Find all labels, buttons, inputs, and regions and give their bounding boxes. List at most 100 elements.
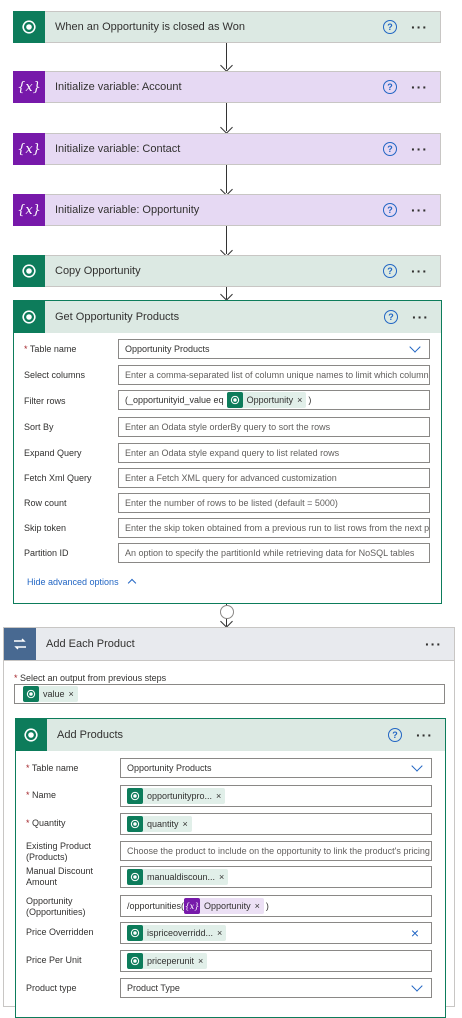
dataverse-icon <box>127 816 143 832</box>
opportunity-variable-token[interactable]: {x} Opportunity × <box>184 898 264 914</box>
partition-id-input[interactable]: An option to specify the partitionId whi… <box>118 543 430 563</box>
expand-query-input[interactable]: Enter an Odata style expand query to lis… <box>118 443 430 463</box>
priceperunit-token[interactable]: priceperunit × <box>127 953 208 969</box>
remove-token-icon[interactable]: × <box>69 689 74 699</box>
opportunity-label: Opportunity (Opportunities) <box>26 896 86 917</box>
manualdiscount-token[interactable]: manualdiscoun... × <box>127 869 229 885</box>
select-columns-label: Select columns <box>24 370 86 380</box>
variable-icon: {x} <box>13 71 45 103</box>
sort-by-input[interactable]: Enter an Odata style orderBy query to so… <box>118 417 430 437</box>
step-title: Copy Opportunity <box>55 265 141 277</box>
help-icon[interactable]: ? <box>383 264 397 278</box>
more-options-button[interactable]: ··· <box>411 263 428 279</box>
fetch-xml-label: Fetch Xml Query <box>24 473 92 483</box>
existing-product-input[interactable]: Choose the product to include on the opp… <box>120 841 432 861</box>
select-columns-input[interactable]: Enter a comma-separated list of column u… <box>118 365 430 385</box>
more-options-button[interactable]: ··· <box>411 79 428 95</box>
fetch-xml-input[interactable]: Enter a Fetch XML query for advanced cus… <box>118 468 430 488</box>
step-copy-opportunity[interactable]: Copy Opportunity ? ··· <box>13 255 441 287</box>
product-type-label: Product type <box>26 983 77 993</box>
remove-token-icon[interactable]: × <box>183 819 188 829</box>
partition-id-label: Partition ID <box>24 548 69 558</box>
dataverse-icon <box>13 301 45 333</box>
step-title: Initialize variable: Contact <box>55 143 181 155</box>
loop-header[interactable]: Add Each Product ··· <box>4 628 454 661</box>
remove-token-icon[interactable]: × <box>255 901 260 911</box>
more-options-button[interactable]: ··· <box>411 141 428 157</box>
table-name-label: * Table name <box>24 344 77 354</box>
variable-icon: {x} <box>13 194 45 226</box>
help-icon[interactable]: ? <box>383 203 397 217</box>
step-title: Initialize variable: Opportunity <box>55 204 200 216</box>
quantity-label: * Quantity <box>26 818 66 828</box>
remove-token-icon[interactable]: × <box>297 395 302 405</box>
row-count-label: Row count <box>24 498 67 508</box>
dataverse-icon <box>127 925 143 941</box>
help-icon[interactable]: ? <box>383 142 397 156</box>
dataverse-icon <box>23 686 39 702</box>
step-opportunity-won-trigger[interactable]: When an Opportunity is closed as Won ? ·… <box>13 11 441 43</box>
dataverse-icon <box>127 869 143 885</box>
chevron-down-icon <box>411 760 423 772</box>
row-count-input[interactable]: Enter the number of rows to be listed (d… <box>118 493 430 513</box>
price-per-unit-input[interactable]: priceperunit × <box>120 950 432 972</box>
remove-token-icon[interactable]: × <box>198 956 203 966</box>
dataverse-icon <box>127 788 143 804</box>
value-token[interactable]: value × <box>23 686 78 702</box>
add-products-card: Add Products ? ··· * Table name Opportun… <box>15 718 446 1018</box>
skip-token-label: Skip token <box>24 523 67 533</box>
variable-icon: {x} <box>184 898 201 914</box>
step-init-variable-account[interactable]: {x} Initialize variable: Account ? ··· <box>13 71 441 103</box>
expand-query-label: Expand Query <box>24 448 82 458</box>
remove-token-icon[interactable]: × <box>216 791 221 801</box>
dataverse-icon <box>13 255 45 287</box>
opportunity-input[interactable]: /opportunities( {x} Opportunity × ) <box>120 895 432 917</box>
chevron-down-icon <box>409 341 421 353</box>
more-options-button[interactable]: ··· <box>416 727 433 743</box>
remove-token-icon[interactable]: × <box>219 872 224 882</box>
select-output-input[interactable]: value × <box>14 684 445 704</box>
dataverse-icon <box>226 392 243 408</box>
chevron-up-icon <box>127 578 137 588</box>
get-opportunity-products-card: Get Opportunity Products ? ··· * Table n… <box>13 300 442 604</box>
table-name-label: * Table name <box>26 763 79 773</box>
more-options-button[interactable]: ··· <box>411 19 428 35</box>
card-header[interactable]: Get Opportunity Products ? ··· <box>13 301 441 333</box>
loop-title: Add Each Product <box>46 638 135 650</box>
more-options-button[interactable]: ··· <box>412 309 429 325</box>
step-title: When an Opportunity is closed as Won <box>55 21 245 33</box>
more-options-button[interactable]: ··· <box>411 202 428 218</box>
arrow-head <box>220 288 233 301</box>
card-title: Get Opportunity Products <box>55 311 180 323</box>
help-icon[interactable]: ? <box>383 80 397 94</box>
product-type-dropdown[interactable]: Product Type <box>120 978 432 998</box>
more-options-button[interactable]: ··· <box>425 636 442 652</box>
arrow-head <box>220 121 233 134</box>
step-init-variable-opportunity[interactable]: {x} Initialize variable: Opportunity ? ·… <box>13 194 441 226</box>
select-output-label: * Select an output from previous steps <box>14 673 167 683</box>
help-icon[interactable]: ? <box>384 310 398 324</box>
opportunityproduct-token[interactable]: opportunitypro... × <box>127 788 226 804</box>
quantity-token[interactable]: quantity × <box>127 816 192 832</box>
sort-by-label: Sort By <box>24 422 54 432</box>
help-icon[interactable]: ? <box>383 20 397 34</box>
step-init-variable-contact[interactable]: {x} Initialize variable: Contact ? ··· <box>13 133 441 165</box>
price-overridden-input[interactable]: ispriceoverridd... × × <box>120 922 432 944</box>
table-name-dropdown[interactable]: Opportunity Products <box>120 758 432 778</box>
remove-token-icon[interactable]: × <box>217 928 222 938</box>
help-icon[interactable]: ? <box>388 728 402 742</box>
quantity-input[interactable]: quantity × <box>120 813 432 835</box>
filter-rows-input[interactable]: (_opportunityid_value eq Opportunity × ) <box>118 390 430 410</box>
dataverse-icon <box>127 953 143 969</box>
clear-value-icon[interactable]: × <box>411 925 419 941</box>
skip-token-input[interactable]: Enter the skip token obtained from a pre… <box>118 518 430 538</box>
hide-advanced-options-link[interactable]: Hide advanced options <box>27 577 137 588</box>
arrow-head <box>220 59 233 72</box>
opportunity-token[interactable]: Opportunity × <box>226 392 307 408</box>
table-name-dropdown[interactable]: Opportunity Products <box>118 339 430 359</box>
name-input[interactable]: opportunitypro... × <box>120 785 432 807</box>
card-header[interactable]: Add Products ? ··· <box>15 719 445 751</box>
card-title: Add Products <box>57 729 124 741</box>
ispriceoverridden-token[interactable]: ispriceoverridd... × <box>127 925 227 941</box>
manual-discount-input[interactable]: manualdiscoun... × <box>120 866 432 888</box>
